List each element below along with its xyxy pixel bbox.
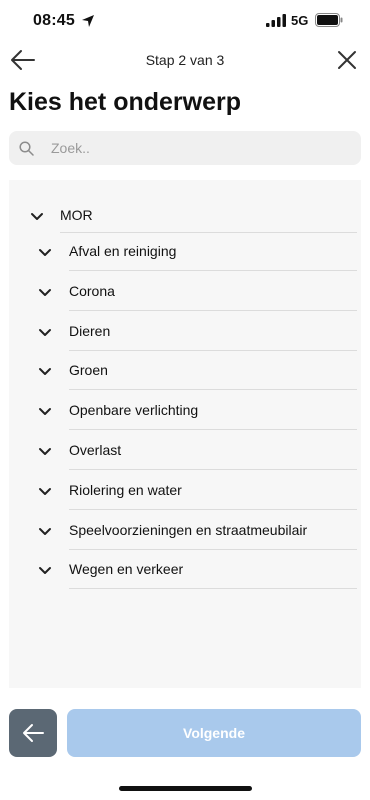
chevron-down-icon	[39, 448, 51, 455]
divider	[69, 389, 357, 391]
tree-item-label: Dieren	[69, 322, 111, 339]
divider	[69, 349, 357, 351]
tree-item[interactable]: Corona	[9, 273, 361, 311]
tree-item[interactable]: Dieren	[9, 313, 361, 351]
back-arrow-icon	[23, 724, 44, 742]
tree-item[interactable]: Overlast	[9, 432, 361, 470]
battery-icon	[315, 13, 343, 27]
search-box	[9, 131, 361, 165]
chevron-down-icon	[39, 527, 51, 535]
status-time: 08:45	[33, 12, 75, 29]
chevron-down-icon	[39, 288, 51, 296]
chevron-down-icon	[39, 249, 51, 256]
network-label: 5G	[291, 13, 309, 28]
tree-item[interactable]: Speelvoorzieningen en straatmeubilair	[9, 512, 361, 550]
search-input[interactable]	[51, 131, 351, 165]
tree-item[interactable]: Openbare verlichting	[9, 392, 361, 431]
tree-item-label: Groen	[69, 362, 108, 379]
chevron-down-icon	[39, 487, 51, 495]
tree-item-label: Riolering en water	[69, 481, 182, 498]
tree-item[interactable]: Riolering en water	[9, 472, 361, 510]
chevron-down-icon	[39, 408, 51, 416]
page-title: Kies het onderwerp	[9, 88, 241, 116]
close-icon[interactable]	[336, 49, 358, 71]
search-icon	[19, 141, 34, 156]
tree-item-label: Overlast	[69, 442, 122, 458]
tree-item-label: Wegen en verkeer	[69, 561, 184, 578]
signal-icon	[266, 14, 286, 27]
divider	[69, 429, 357, 431]
step-indicator: Stap 2 van 3	[145, 52, 225, 68]
chevron-down-icon	[39, 328, 51, 336]
tree-item[interactable]: Groen	[9, 352, 361, 391]
next-button[interactable]: Volgende	[67, 709, 361, 757]
tree-item-label: Afval en reiniging	[69, 243, 177, 259]
divider	[69, 270, 357, 271]
location-arrow-icon	[82, 15, 94, 27]
chevron-down-icon	[31, 213, 43, 220]
topic-tree: MOR Afval en reiniging Corona Dieren Groen O…	[9, 180, 361, 688]
tree-root-label: MOR	[60, 207, 93, 223]
divider	[69, 588, 357, 590]
tree-item[interactable]: Afval en reiniging	[9, 233, 361, 271]
divider	[69, 548, 357, 550]
divider	[69, 508, 357, 510]
tree-item-label: Openbare verlichting	[69, 402, 199, 419]
tree-item-label: Corona	[69, 282, 115, 299]
divider	[69, 309, 357, 311]
chevron-down-icon	[39, 368, 51, 376]
status-bar: 08:45 5G	[0, 0, 370, 44]
chevron-down-icon	[39, 567, 51, 575]
tree-item-label: Speelvoorzieningen en straatmeubilair	[69, 521, 308, 538]
tree-root-item[interactable]: MOR	[9, 200, 361, 234]
tree-item[interactable]: Wegen en verkeer	[9, 551, 361, 590]
back-button[interactable]	[9, 709, 57, 757]
divider	[69, 469, 357, 470]
home-indicator	[119, 786, 252, 791]
